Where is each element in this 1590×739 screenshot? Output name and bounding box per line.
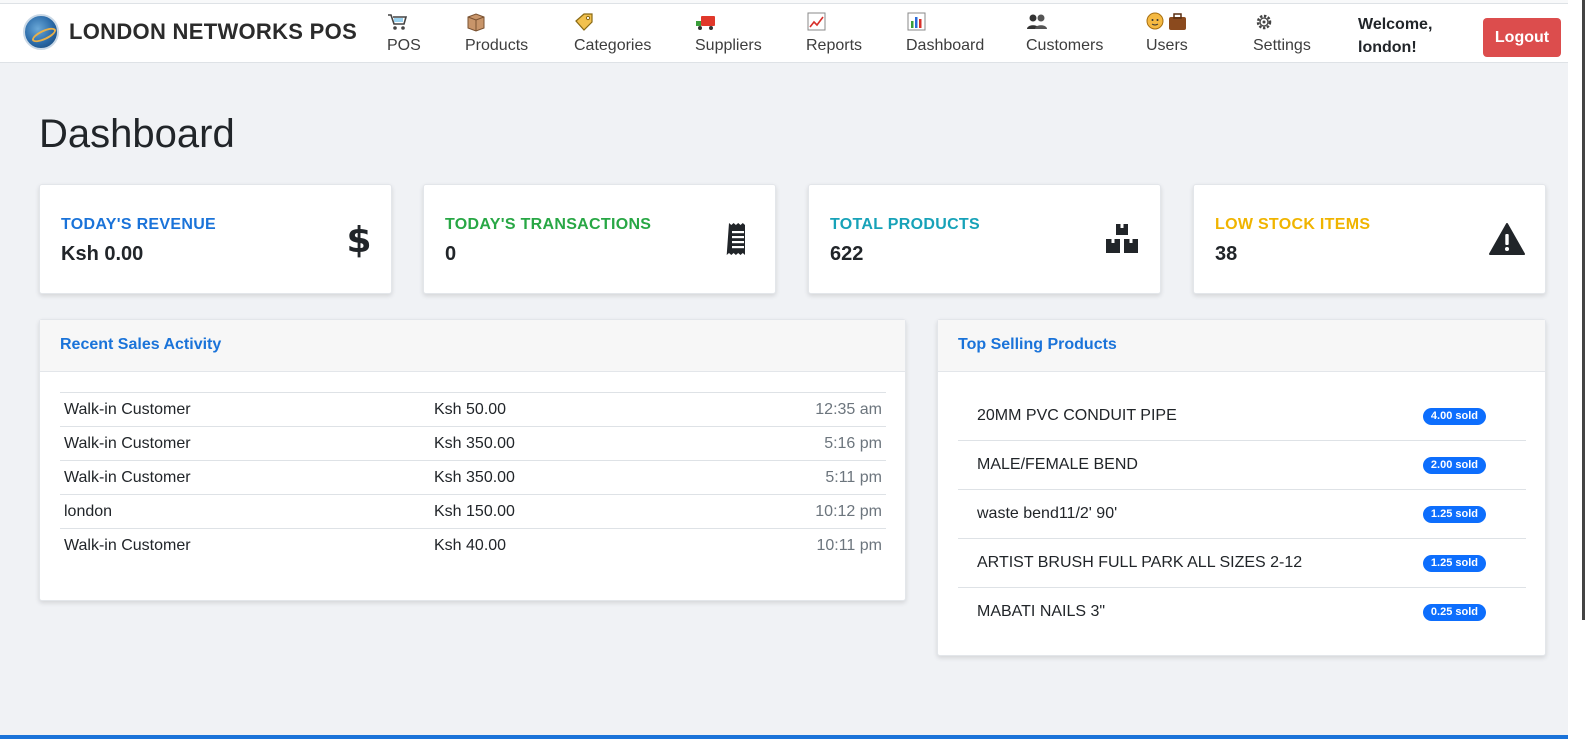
list-item: ARTIST BRUSH FULL PARK ALL SIZES 2-12 1.… <box>958 539 1526 588</box>
stat-card-transactions: TODAY'S TRANSACTIONS 0 <box>423 184 776 294</box>
product-name: MABATI NAILS 3" <box>977 603 1106 620</box>
nav-item-label: Settings <box>1253 37 1311 54</box>
tag-icon <box>575 13 593 31</box>
sold-badge: 0.25 sold <box>1422 604 1486 621</box>
welcome-line1: Welcome, <box>1358 16 1433 33</box>
amount-cell: Ksh 350.00 <box>430 460 800 495</box>
logout-button[interactable]: Logout <box>1483 18 1561 57</box>
customer-cell: london <box>60 494 430 529</box>
sold-badge: 2.00 sold <box>1422 457 1486 474</box>
scrollbar[interactable] <box>1568 0 1590 739</box>
list-item: waste bend11/2' 90' 1.25 sold <box>958 490 1526 539</box>
stat-label: TODAY'S REVENUE <box>61 216 217 233</box>
box-icon <box>467 13 485 32</box>
amount-cell: Ksh 150.00 <box>430 494 800 529</box>
brand-name: LONDON NETWORKS POS <box>69 19 358 44</box>
stat-value: 38 <box>1215 243 1238 265</box>
chart-line-icon <box>807 12 826 31</box>
sold-badge: 1.25 sold <box>1422 506 1486 523</box>
table-row: Walk-in Customer Ksh 350.00 5:16 pm <box>60 426 886 461</box>
stat-card-revenue: TODAY'S REVENUE Ksh 0.00 $ <box>39 184 392 294</box>
panel-title: Recent Sales Activity <box>40 320 905 372</box>
customer-cell: Walk-in Customer <box>60 460 430 495</box>
nav-item-label: Dashboard <box>906 37 985 54</box>
product-name: waste bend11/2' 90' <box>977 505 1118 522</box>
welcome-username: london! <box>1358 39 1417 56</box>
list-item: MALE/FEMALE BEND 2.00 sold <box>958 441 1526 490</box>
stat-label: TOTAL PRODUCTS <box>830 216 980 233</box>
table-row: Walk-in Customer Ksh 50.00 12:35 am <box>60 392 886 427</box>
gear-icon <box>1256 14 1272 30</box>
footer-accent-bar <box>0 735 1568 739</box>
time-cell: 10:12 pm <box>800 494 886 529</box>
nav-item-label: Suppliers <box>695 37 762 54</box>
stat-label: LOW STOCK ITEMS <box>1215 216 1371 233</box>
stat-card-low-stock: LOW STOCK ITEMS 38 <box>1193 184 1546 294</box>
boxes-icon <box>1106 224 1138 253</box>
time-cell: 5:16 pm <box>800 426 886 461</box>
time-cell: 5:11 pm <box>800 460 886 495</box>
nav-item-label: Reports <box>806 37 863 54</box>
sold-badge: 1.25 sold <box>1422 555 1486 572</box>
brand[interactable]: LONDON NETWORKS POS <box>23 14 357 50</box>
amount-cell: Ksh 350.00 <box>430 426 800 461</box>
product-name: MALE/FEMALE BEND <box>977 456 1138 473</box>
stat-card-products: TOTAL PRODUCTS 622 <box>808 184 1161 294</box>
product-name: 20MM PVC CONDUIT PIPE <box>977 407 1177 424</box>
customer-cell: Walk-in Customer <box>60 392 430 427</box>
stat-value: Ksh 0.00 <box>61 243 144 265</box>
nav-item-label: POS <box>387 37 421 54</box>
welcome-text: Welcome, london! <box>1358 13 1458 59</box>
stat-value: 622 <box>830 243 864 265</box>
customer-cell: Walk-in Customer <box>60 528 430 563</box>
cart-icon <box>388 14 408 30</box>
warning-icon <box>1489 223 1525 255</box>
bar-chart-icon <box>907 12 926 31</box>
page-title: Dashboard <box>39 112 235 156</box>
user-briefcase-icon <box>1146 12 1186 30</box>
nav-item-label: Customers <box>1026 37 1104 54</box>
top-selling-list: 20MM PVC CONDUIT PIPE 4.00 sold MALE/FEM… <box>958 392 1526 637</box>
nav-item-label: Categories <box>574 37 652 54</box>
panel-title: Top Selling Products <box>938 320 1545 372</box>
top-selling-panel: Top Selling Products 20MM PVC CONDUIT PI… <box>937 319 1546 656</box>
svg-text:$: $ <box>346 220 371 258</box>
table-row: Walk-in Customer Ksh 40.00 10:11 pm <box>60 528 886 563</box>
nav-item-label: Users <box>1146 37 1188 54</box>
people-icon <box>1027 14 1047 29</box>
amount-cell: Ksh 40.00 <box>430 528 800 563</box>
logo-icon <box>23 14 59 50</box>
nav-item-label: Products <box>465 37 529 54</box>
list-item: 20MM PVC CONDUIT PIPE 4.00 sold <box>958 392 1526 441</box>
receipt-icon <box>726 223 745 255</box>
customer-cell: Walk-in Customer <box>60 426 430 461</box>
product-name: ARTIST BRUSH FULL PARK ALL SIZES 2-12 <box>977 554 1303 571</box>
time-cell: 12:35 am <box>800 392 886 427</box>
top-navbar: LONDON NETWORKS POS POS Products Categor… <box>0 4 1568 63</box>
time-cell: 10:11 pm <box>800 528 886 563</box>
stat-value: 0 <box>445 243 457 265</box>
list-item: MABATI NAILS 3" 0.25 sold <box>958 588 1526 637</box>
recent-sales-panel: Recent Sales Activity Walk-in Customer K… <box>39 319 906 601</box>
recent-sales-table: Walk-in Customer Ksh 50.00 12:35 am Walk… <box>60 392 886 563</box>
amount-cell: Ksh 50.00 <box>430 392 800 427</box>
dollar-icon: $ <box>346 220 371 258</box>
scrollbar-thumb[interactable] <box>1582 0 1585 620</box>
truck-icon <box>696 16 715 30</box>
stat-label: TODAY'S TRANSACTIONS <box>445 216 652 233</box>
table-row: Walk-in Customer Ksh 350.00 5:11 pm <box>60 460 886 495</box>
sold-badge: 4.00 sold <box>1422 408 1486 425</box>
table-row: london Ksh 150.00 10:12 pm <box>60 494 886 529</box>
